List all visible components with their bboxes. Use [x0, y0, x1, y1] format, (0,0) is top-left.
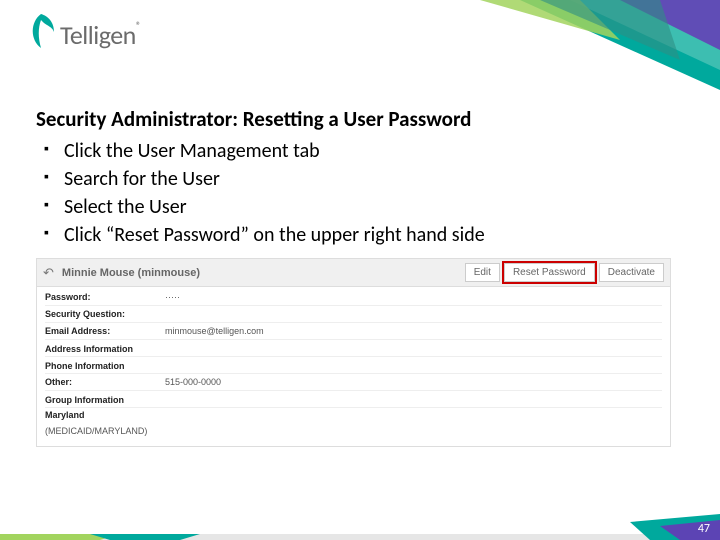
- security-question-label: Security Question:: [45, 309, 165, 319]
- bullet-item: Select the User: [64, 194, 684, 220]
- telligen-logo: Telligen®: [26, 12, 140, 58]
- reset-password-button[interactable]: Reset Password: [504, 263, 595, 282]
- bullet-item: Click the User Management tab: [64, 138, 684, 164]
- address-info-header: Address Information: [45, 340, 662, 357]
- password-label: Password:: [45, 292, 165, 302]
- bullet-list: Click the User Management tab Search for…: [36, 138, 684, 248]
- decorative-header-art: [420, 0, 720, 90]
- back-icon[interactable]: ↶: [43, 265, 54, 281]
- phone-info-header: Phone Information: [45, 357, 662, 374]
- decorative-footer-strip: [0, 514, 720, 540]
- email-label: Email Address:: [45, 326, 165, 336]
- edit-button[interactable]: Edit: [465, 263, 500, 282]
- logo-swoosh-icon: [26, 12, 56, 58]
- logo-text: Telligen: [60, 19, 136, 51]
- group-info-header: Group Information: [45, 391, 662, 408]
- slide-title: Security Administrator: Resetting a User…: [36, 106, 684, 132]
- user-display-name: Minnie Mouse (minmouse): [62, 267, 461, 279]
- embedded-screenshot: ↶ Minnie Mouse (minmouse) Edit Reset Pas…: [36, 258, 671, 447]
- other-label: Other:: [45, 377, 165, 387]
- deactivate-button[interactable]: Deactivate: [599, 263, 664, 282]
- bullet-item: Click “Reset Password” on the upper righ…: [64, 222, 684, 248]
- group-name: Maryland: [45, 408, 662, 424]
- bullet-item: Search for the User: [64, 166, 684, 192]
- password-value: ·····: [165, 292, 662, 302]
- logo-trademark: ®: [136, 19, 141, 32]
- group-detail: (MEDICAID/MARYLAND): [45, 424, 662, 440]
- security-question-value: [165, 309, 662, 319]
- page-number: 47: [698, 522, 710, 536]
- email-value: minmouse@telligen.com: [165, 326, 662, 336]
- screenshot-toolbar: ↶ Minnie Mouse (minmouse) Edit Reset Pas…: [37, 259, 670, 287]
- other-value: 515-000-0000: [165, 377, 662, 387]
